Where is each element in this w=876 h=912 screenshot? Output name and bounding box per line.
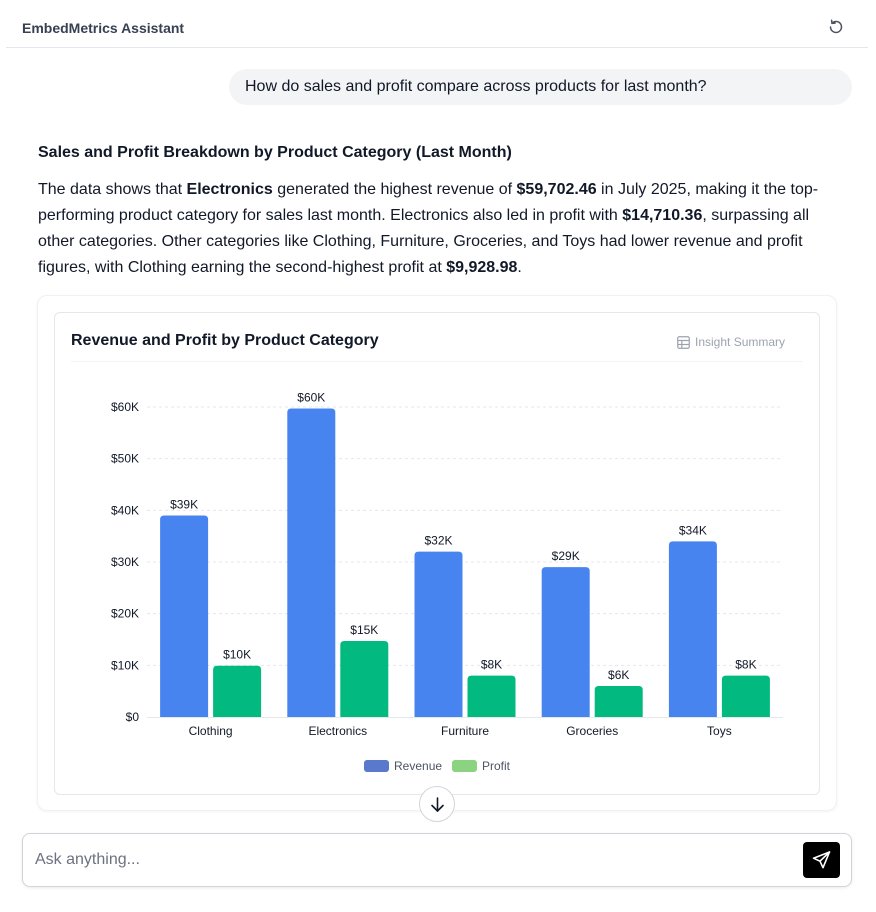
chart-title: Revenue and Profit by Product Category [71,332,379,349]
chat-input[interactable] [35,848,795,872]
refresh-icon [829,19,843,34]
answer-text: . [517,259,522,276]
answer-heading: Sales and Profit Breakdown by Product Ca… [38,144,512,161]
send-button[interactable] [803,842,840,878]
send-icon [812,851,831,869]
scroll-to-bottom-button[interactable] [419,786,455,822]
answer-text: generated the highest revenue of [272,181,517,198]
answer-highlight: $9,928.98 [446,259,518,276]
reset-conversation-button[interactable] [826,17,846,37]
table-icon [677,335,690,349]
insight-summary-label: Insight Summary [695,335,786,349]
chart-panel [54,312,820,795]
answer-highlight: $59,702.46 [516,181,597,198]
message-composer [22,833,852,887]
insight-summary-button[interactable]: Insight Summary [677,333,785,351]
answer-body: The data shows that Electronics generate… [38,177,844,281]
answer-highlight: Electronics [186,181,273,198]
arrow-down-icon [431,797,444,812]
user-message-text: How do sales and profit compare across p… [245,78,707,95]
user-message-bubble: How do sales and profit compare across p… [229,69,852,105]
answer-highlight: $14,710.36 [622,207,703,224]
app-header: EmbedMetrics Assistant [6,0,868,48]
answer-text: The data shows that [38,181,187,198]
app-title: EmbedMetrics Assistant [22,20,185,36]
chart-title-divider [71,361,803,362]
